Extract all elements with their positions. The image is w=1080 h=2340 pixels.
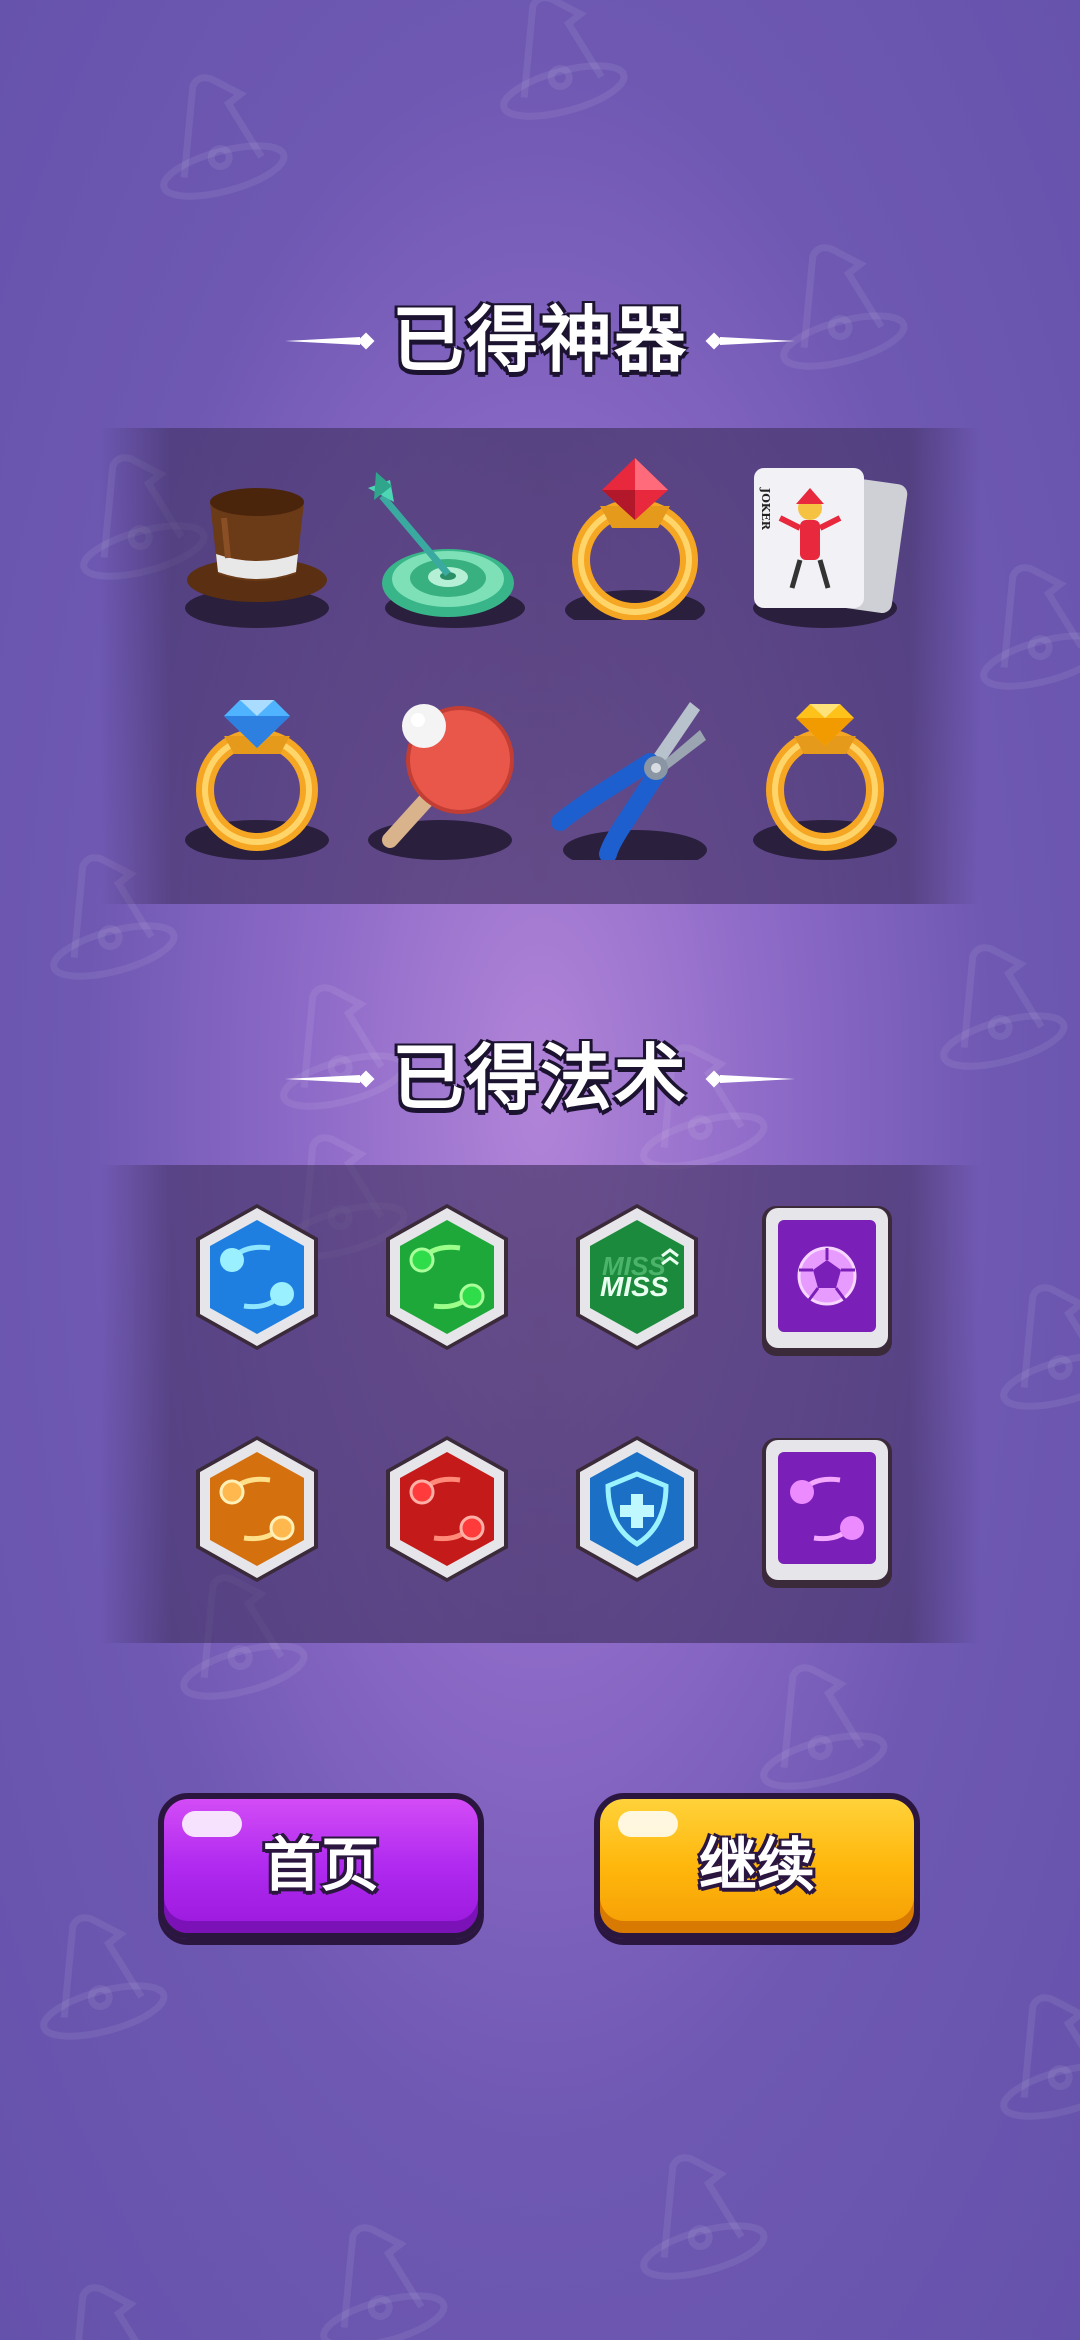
ping-pong-paddle-icon <box>368 704 514 860</box>
hat-pattern-icon <box>500 0 628 120</box>
artifact-item-dart-target[interactable] <box>360 458 530 628</box>
artifact-item-top-hat[interactable] <box>172 458 342 628</box>
red-swap-spell-icon <box>386 1436 508 1582</box>
shield-heal-spell-icon <box>576 1436 698 1582</box>
continue-button-label: 继续 <box>698 1831 815 1899</box>
home-button[interactable]: 首页 <box>158 1793 484 1939</box>
pliers-icon <box>551 702 707 860</box>
artifacts-section-header: 已得神器 <box>0 290 1080 390</box>
hat-pattern-icon <box>70 2284 155 2340</box>
diamond-ring-icon <box>185 700 329 860</box>
artifact-item-joker-card[interactable]: JOKER <box>740 458 910 628</box>
hat-pattern-icon <box>1000 1994 1080 2120</box>
artifact-item-ping-pong-paddle[interactable] <box>360 690 530 860</box>
purple-shell-spell-icon <box>762 1206 892 1356</box>
artifact-item-ruby-ring[interactable] <box>550 450 720 620</box>
continue-button[interactable]: 继续 <box>594 1793 920 1939</box>
green-swap-spell-icon <box>386 1204 508 1350</box>
spells-title: 已得法术 <box>391 1036 688 1120</box>
dart-target-icon <box>368 472 525 628</box>
hat-pattern-icon <box>760 1664 888 1790</box>
orange-swap-spell-icon <box>196 1436 318 1582</box>
spell-item-orange-swap[interactable] <box>172 1430 342 1600</box>
ruby-ring-icon <box>565 458 705 620</box>
hat-pattern-icon <box>40 1914 168 2040</box>
hat-pattern-icon <box>320 2224 448 2340</box>
hat-pattern-icon <box>160 74 288 200</box>
artifact-item-diamond-ring[interactable] <box>172 690 342 860</box>
spell-item-red-swap[interactable] <box>362 1430 532 1600</box>
spell-item-purple-shell[interactable] <box>742 1198 912 1368</box>
spell-item-green-swap[interactable] <box>362 1198 532 1368</box>
spell-item-purple-swap[interactable] <box>742 1430 912 1600</box>
hat-pattern-icon <box>1000 1284 1080 1410</box>
hat-pattern-icon <box>640 2154 768 2280</box>
topaz-ring-icon <box>753 704 897 860</box>
artifact-item-topaz-ring[interactable] <box>740 690 910 860</box>
miss-spell-icon: MISS MISS <box>576 1204 698 1350</box>
spell-item-blue-swap[interactable] <box>172 1198 342 1368</box>
blue-swap-spell-icon <box>196 1204 318 1350</box>
artifacts-title: 已得神器 <box>391 298 688 382</box>
spell-item-miss[interactable]: MISS MISS <box>552 1198 722 1368</box>
home-button-label: 首页 <box>262 1831 379 1899</box>
spells-section-header: 已得法术 <box>0 1028 1080 1128</box>
joker-card-label: JOKER <box>759 487 772 531</box>
purple-swap-spell-icon <box>762 1438 892 1588</box>
joker-card-icon: JOKER <box>753 468 908 628</box>
spell-item-shield-heal[interactable] <box>552 1430 722 1600</box>
miss-text: MISS <box>600 1271 669 1302</box>
top-hat-icon <box>185 488 329 628</box>
artifact-item-pliers[interactable] <box>550 690 720 860</box>
